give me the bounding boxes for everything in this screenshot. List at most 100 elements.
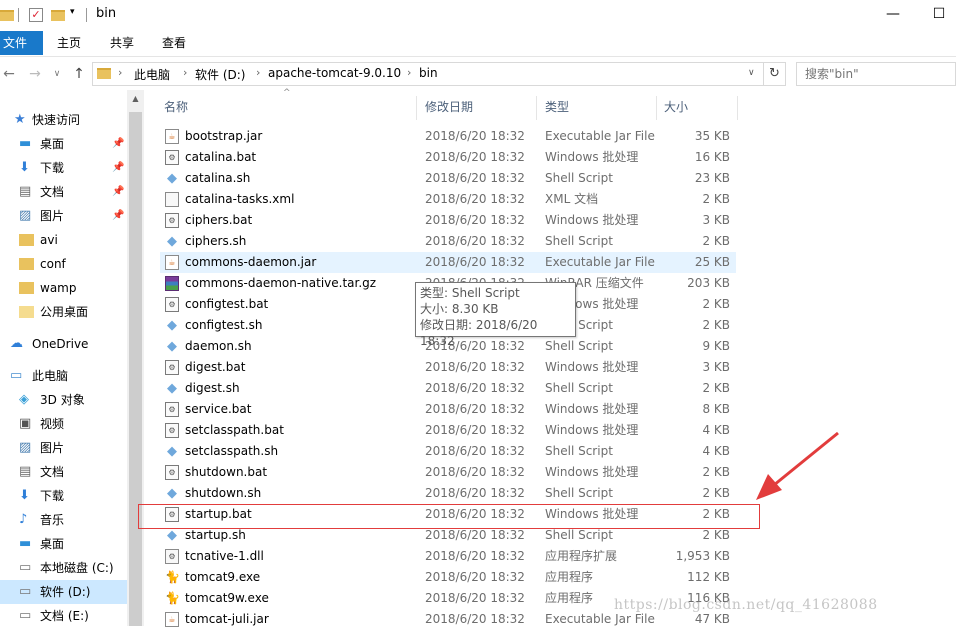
file-row[interactable]: ⚙ catalina.bat 2018/6/20 18:32 Windows 批处理 1… bbox=[160, 147, 736, 168]
sidebar-item[interactable]: ☁ OneDrive bbox=[0, 332, 127, 356]
column-header-date[interactable]: 修改日期 bbox=[425, 96, 535, 118]
file-row[interactable]: ⚙ setclasspath.bat 2018/6/20 18:32 Windows … bbox=[160, 420, 736, 441]
quick-access-dropdown-icon[interactable]: ▾ bbox=[70, 7, 75, 17]
file-row[interactable]: ☕ commons-daemon.jar 2018/6/20 18:32 Execut… bbox=[160, 252, 736, 273]
up-arrow-icon[interactable]: ↑ bbox=[70, 64, 88, 84]
file-row[interactable]: ◆ setclasspath.sh 2018/6/20 18:32 Shell Scr… bbox=[160, 441, 736, 462]
file-type: Shell Script bbox=[545, 234, 613, 248]
column-divider[interactable] bbox=[656, 96, 657, 120]
column-divider[interactable] bbox=[416, 96, 417, 120]
column-header-name[interactable]: 名称 bbox=[164, 96, 414, 118]
picture-icon: ▨ bbox=[19, 440, 32, 455]
onedrive-icon: ☁ bbox=[10, 336, 23, 351]
sidebar-item[interactable]: ▣ 视频 bbox=[0, 412, 127, 436]
sidebar-item[interactable]: ▬ 桌面 📌 bbox=[0, 132, 127, 156]
tab-home[interactable]: 主页 bbox=[47, 31, 91, 55]
pin-icon[interactable]: 📌 bbox=[112, 156, 124, 180]
scroll-up-icon[interactable]: ▲ bbox=[127, 94, 144, 103]
column-divider[interactable] bbox=[737, 96, 738, 120]
file-name: tomcat9w.exe bbox=[185, 591, 269, 605]
pin-icon[interactable]: 📌 bbox=[112, 132, 124, 156]
file-row[interactable]: ◆ digest.sh 2018/6/20 18:32 Shell Script 2 K… bbox=[160, 378, 736, 399]
file-size: 23 KB bbox=[694, 171, 730, 185]
file-row[interactable]: ⚙ service.bat 2018/6/20 18:32 Windows 批处理 8 … bbox=[160, 399, 736, 420]
sidebar-item[interactable]: conf bbox=[0, 252, 127, 276]
sidebar-item[interactable]: 公用桌面 bbox=[0, 300, 127, 324]
file-row[interactable]: catalina-tasks.xml 2018/6/20 18:32 XML 文档 2… bbox=[160, 189, 736, 210]
refresh-icon[interactable]: ↻ bbox=[764, 62, 786, 86]
file-size: 203 KB bbox=[687, 276, 730, 290]
sidebar-item[interactable]: ★ 快速访问 bbox=[0, 108, 127, 132]
column-header-type[interactable]: 类型 bbox=[545, 96, 655, 118]
file-row[interactable]: 🐈 tomcat9.exe 2018/6/20 18:32 应用程序 112 KB bbox=[160, 567, 736, 588]
sidebar-item[interactable]: ▭ 文档 (E:) bbox=[0, 604, 127, 628]
breadcrumb-bin[interactable]: bin bbox=[419, 66, 438, 80]
file-name: setclasspath.bat bbox=[185, 423, 284, 437]
back-arrow-icon[interactable]: ← bbox=[0, 64, 18, 84]
bat-file-icon: ⚙ bbox=[165, 360, 179, 375]
recent-dropdown-icon[interactable]: ∨ bbox=[48, 64, 66, 84]
breadcrumb-tomcat[interactable]: apache-tomcat-9.0.10 bbox=[268, 66, 401, 80]
file-row[interactable]: ◆ catalina.sh 2018/6/20 18:32 Shell Script 2… bbox=[160, 168, 736, 189]
file-type: 应用程序扩展 bbox=[545, 549, 618, 563]
document-icon: ▤ bbox=[19, 464, 32, 479]
file-row[interactable]: ⚙ digest.bat 2018/6/20 18:32 Windows 批处理 3 K… bbox=[160, 357, 736, 378]
tab-share[interactable]: 共享 bbox=[100, 31, 144, 55]
file-row[interactable]: ⚙ tcnative-1.dll 2018/6/20 18:32 应用程序扩展 1,95… bbox=[160, 546, 736, 567]
sidebar-item[interactable]: ▤ 文档 bbox=[0, 460, 127, 484]
pin-icon[interactable]: 📌 bbox=[112, 180, 124, 204]
sidebar-item[interactable]: ▭ 软件 (D:) bbox=[0, 580, 127, 604]
column-header-size[interactable]: 大小 bbox=[664, 96, 734, 118]
sidebar-item[interactable]: ▤ 文档 📌 bbox=[0, 180, 127, 204]
file-type: 应用程序 bbox=[545, 570, 594, 584]
forward-arrow-icon[interactable]: → bbox=[26, 64, 44, 84]
pin-icon[interactable]: 📌 bbox=[112, 204, 124, 228]
folder-icon bbox=[19, 306, 34, 318]
sidebar-item-label: 公用桌面 bbox=[40, 305, 89, 319]
dll-file-icon: ⚙ bbox=[165, 549, 179, 564]
tab-file[interactable]: 文件 bbox=[0, 31, 43, 55]
sidebar-item[interactable]: ▭ 本地磁盘 (C:) bbox=[0, 556, 127, 580]
address-folder-icon bbox=[97, 68, 111, 79]
sidebar-item[interactable]: ◈ 3D 对象 bbox=[0, 388, 127, 412]
breadcrumb-this-pc[interactable]: 此电脑 bbox=[134, 66, 170, 83]
file-name: tcnative-1.dll bbox=[185, 549, 264, 563]
breadcrumb-separator[interactable]: › bbox=[407, 66, 411, 79]
file-row[interactable]: ◆ ciphers.sh 2018/6/20 18:32 Shell Script 2 … bbox=[160, 231, 736, 252]
tab-view[interactable]: 查看 bbox=[152, 31, 196, 55]
sidebar-item[interactable]: ▨ 图片 bbox=[0, 436, 127, 460]
file-size: 3 KB bbox=[702, 360, 730, 374]
minimize-button[interactable]: — bbox=[883, 4, 903, 24]
file-size: 2 KB bbox=[702, 486, 730, 500]
file-row[interactable]: ⚙ shutdown.bat 2018/6/20 18:32 Windows 批处理 2… bbox=[160, 462, 736, 483]
sidebar-item[interactable]: ⬇ 下载 📌 bbox=[0, 156, 127, 180]
sidebar-item[interactable]: ▨ 图片 📌 bbox=[0, 204, 127, 228]
breadcrumb-separator[interactable]: › bbox=[183, 66, 187, 79]
sidebar-item[interactable]: ⬇ 下载 bbox=[0, 484, 127, 508]
sidebar-item[interactable]: wamp bbox=[0, 276, 127, 300]
file-date: 2018/6/20 18:32 bbox=[425, 591, 525, 605]
sidebar-item[interactable]: ♪ 音乐 bbox=[0, 508, 127, 532]
maximize-button[interactable]: ☐ bbox=[929, 4, 949, 24]
breadcrumb-separator[interactable]: › bbox=[256, 66, 260, 79]
breadcrumb-drive-d[interactable]: 软件 (D:) bbox=[195, 66, 245, 83]
file-row[interactable]: ◆ shutdown.sh 2018/6/20 18:32 Shell Script 2… bbox=[160, 483, 736, 504]
new-folder-icon[interactable] bbox=[51, 10, 65, 21]
exe-file-icon: 🐈 bbox=[165, 570, 180, 584]
jar-file-icon: ☕ bbox=[165, 129, 179, 144]
search-input[interactable] bbox=[796, 62, 956, 86]
breadcrumb-separator[interactable]: › bbox=[118, 66, 122, 79]
sidebar-item[interactable]: ▭ 此电脑 bbox=[0, 364, 127, 388]
file-row[interactable]: ☕ bootstrap.jar 2018/6/20 18:32 Executable … bbox=[160, 126, 736, 147]
star-icon: ★ bbox=[14, 112, 26, 127]
properties-icon[interactable]: ✓ bbox=[29, 8, 43, 22]
navigation-scrollbar-thumb[interactable] bbox=[129, 112, 142, 626]
address-dropdown-icon[interactable]: ∨ bbox=[748, 68, 755, 78]
xml-file-icon bbox=[165, 192, 179, 207]
sidebar-item[interactable]: avi bbox=[0, 228, 127, 252]
file-size: 2 KB bbox=[702, 192, 730, 206]
bat-file-icon: ⚙ bbox=[165, 423, 179, 438]
file-row[interactable]: ⚙ ciphers.bat 2018/6/20 18:32 Windows 批处理 3 … bbox=[160, 210, 736, 231]
column-divider[interactable] bbox=[536, 96, 537, 120]
sidebar-item[interactable]: ▬ 桌面 bbox=[0, 532, 127, 556]
